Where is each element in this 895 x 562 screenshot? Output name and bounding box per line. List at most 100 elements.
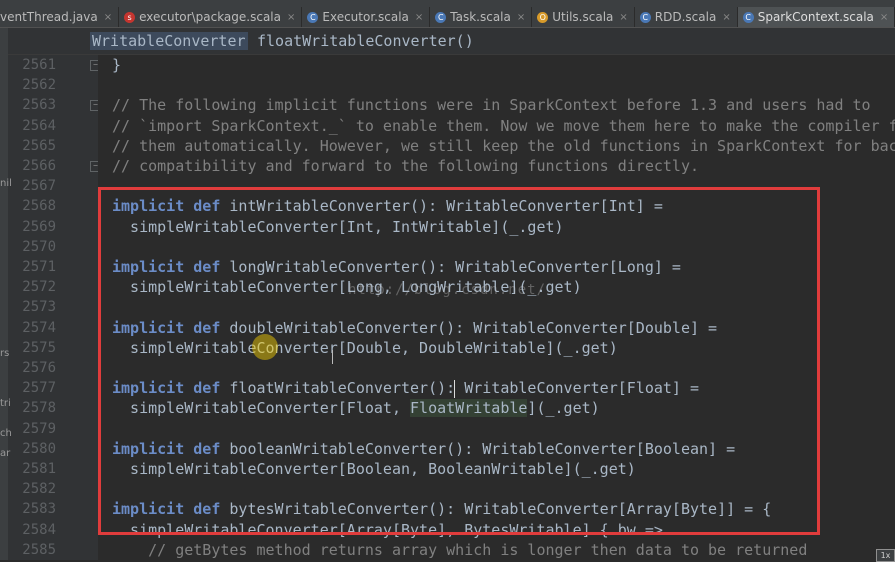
code-line[interactable]: // getBytes method returns array which i… [112, 540, 807, 560]
scala-class-icon: C [639, 11, 651, 23]
line-number: 2577 [22, 380, 56, 396]
code-line[interactable]: } [112, 55, 121, 75]
comment-text: // getBytes method returns array which i… [112, 541, 808, 559]
line-number: 2571 [22, 259, 56, 275]
line-number: 2568 [22, 198, 56, 214]
code-token: FloatWritable [410, 399, 528, 417]
side-panel-fragment: ar [0, 448, 11, 459]
keyword-token: implicit def [112, 379, 221, 397]
code-line[interactable]: implicit def bytesWritableConverter(): W… [112, 499, 771, 519]
tab-label: Utils.scala [552, 10, 614, 24]
line-number: 2575 [22, 340, 56, 356]
code-line[interactable]: simpleWritableConverter[Float, FloatWrit… [112, 398, 600, 418]
code-line[interactable]: implicit def doubleWritableConverter(): … [112, 318, 717, 338]
tab-label: SparkContext.scala [757, 10, 874, 24]
tab-label: ventThread.java [0, 10, 98, 24]
keyword-token: implicit def [112, 258, 221, 276]
code-line[interactable]: simpleWritableConverter[Int, IntWritable… [112, 217, 564, 237]
scala-class-icon: C [435, 11, 447, 23]
keyword-token: implicit def [112, 319, 221, 337]
close-icon[interactable]: × [287, 12, 295, 23]
close-icon[interactable]: × [880, 12, 888, 23]
line-number: 2584 [22, 522, 56, 538]
code-line[interactable]: implicit def intWritableConverter(): Wri… [112, 196, 663, 216]
code-token: doubleWritableConverter(): WritableConve… [220, 319, 718, 337]
code-line[interactable]: simpleWritableConverter[Double, DoubleWr… [112, 338, 618, 358]
comment-text: // compatibility and forward to the foll… [112, 157, 699, 175]
line-number: 2570 [22, 239, 56, 255]
keyword-token: implicit def [112, 440, 221, 458]
tab-label: Task.scala [450, 10, 511, 24]
line-number-gutter[interactable]: 2561−2562 2563−2564 2565 2566−2567 2568 2569 2… [8, 55, 101, 560]
code-line[interactable]: // `import SparkContext._` to enable the… [112, 116, 895, 136]
side-panel-fragment: ch [0, 428, 12, 439]
line-number: 2574 [22, 320, 56, 336]
scala-class-icon: C [742, 11, 754, 23]
tab-1[interactable]: s executor\package.scala × [119, 7, 303, 27]
close-icon[interactable]: × [415, 12, 423, 23]
code-token: intWritableConverter(): WritableConverte… [220, 197, 663, 215]
breadcrumb-type[interactable]: WritableConverter [90, 32, 248, 50]
keyword-token: implicit def [112, 500, 221, 518]
code-token: booleanWritableConverter(): WritableConv… [220, 440, 736, 458]
line-number: 2580 [22, 441, 56, 457]
watermark-text: http://blog.csdn.net/ [348, 282, 547, 298]
tab-label: Executor.scala [322, 10, 409, 24]
line-number: 2572 [22, 279, 56, 295]
line-number: 2562 [22, 77, 56, 93]
editor-tab-bar: ventThread.java × s executor\package.scala ×… [0, 7, 895, 28]
code-token: } [112, 56, 122, 74]
code-line[interactable]: implicit def longWritableConverter(): Wr… [112, 257, 681, 277]
close-icon[interactable]: × [619, 12, 627, 23]
code-line[interactable]: // compatibility and forward to the foll… [112, 156, 699, 176]
comment-text: // them automatically. However, we still… [112, 137, 895, 155]
code-line[interactable]: // them automatically. However, we still… [112, 136, 895, 156]
line-number: 2573 [22, 299, 56, 315]
code-line[interactable]: implicit def floatWritableConverter(): W… [112, 378, 699, 398]
code-line[interactable]: // The following implicit functions were… [112, 95, 871, 115]
close-icon[interactable]: × [104, 12, 112, 23]
project-tool-strip [0, 28, 8, 560]
breadcrumb-method[interactable]: floatWritableConverter() [255, 32, 476, 50]
tab-0[interactable]: ventThread.java × [0, 7, 120, 27]
line-number: 2583 [22, 501, 56, 517]
line-number: 2567 [22, 178, 56, 194]
tab-5[interactable]: C RDD.scala × [635, 7, 738, 27]
tab-3[interactable]: C Task.scala × [430, 7, 533, 27]
line-number: 2563 [22, 97, 56, 113]
line-number: 2564 [22, 118, 56, 134]
code-token: simpleWritableConverter[Float, [112, 399, 411, 417]
mouse-highlight-dot [252, 334, 278, 360]
text-cursor-ibeam [332, 350, 339, 364]
scala-file-icon: s [124, 11, 136, 23]
code-line[interactable]: simpleWritableConverter[Array[Byte], Byt… [112, 520, 663, 540]
line-number: 2565 [22, 138, 56, 154]
line-number: 2581 [22, 461, 56, 477]
keyword-token: implicit def [112, 197, 221, 215]
code-token: simpleWritableConverter[Boolean, Boolean… [112, 460, 636, 478]
line-number: 2569 [22, 219, 56, 235]
corner-badge: 1x [876, 549, 895, 562]
close-icon[interactable]: × [517, 12, 525, 23]
scala-class-icon: C [307, 11, 319, 23]
code-line[interactable]: simpleWritableConverter[Boolean, Boolean… [112, 459, 636, 479]
side-panel-fragment: rs [0, 348, 10, 359]
code-token: floatWritableConverter(): WritableConver… [220, 379, 700, 397]
line-number: 2578 [22, 400, 56, 416]
window-title-strip [0, 0, 895, 7]
tab-6[interactable]: C SparkContext.scala × [737, 7, 895, 27]
code-token: bytesWritableConverter(): WritableConver… [220, 500, 772, 518]
tab-label: RDD.scala [654, 10, 717, 24]
comment-text: // The following implicit functions were… [112, 96, 871, 114]
code-line[interactable]: implicit def booleanWritableConverter():… [112, 439, 735, 459]
line-number: 2582 [22, 481, 56, 497]
tab-label: executor\package.scala [139, 10, 281, 24]
close-icon[interactable]: × [722, 12, 730, 23]
side-panel-fragment: nil [0, 178, 12, 189]
code-token: longWritableConverter(): WritableConvert… [220, 258, 681, 276]
tab-4[interactable]: O Utils.scala × [532, 7, 635, 27]
tab-2[interactable]: C Executor.scala × [302, 7, 431, 27]
line-number: 2585 [22, 542, 56, 558]
line-number: 2576 [22, 360, 56, 376]
code-token: simpleWritableConverter[Double, DoubleWr… [112, 339, 618, 357]
